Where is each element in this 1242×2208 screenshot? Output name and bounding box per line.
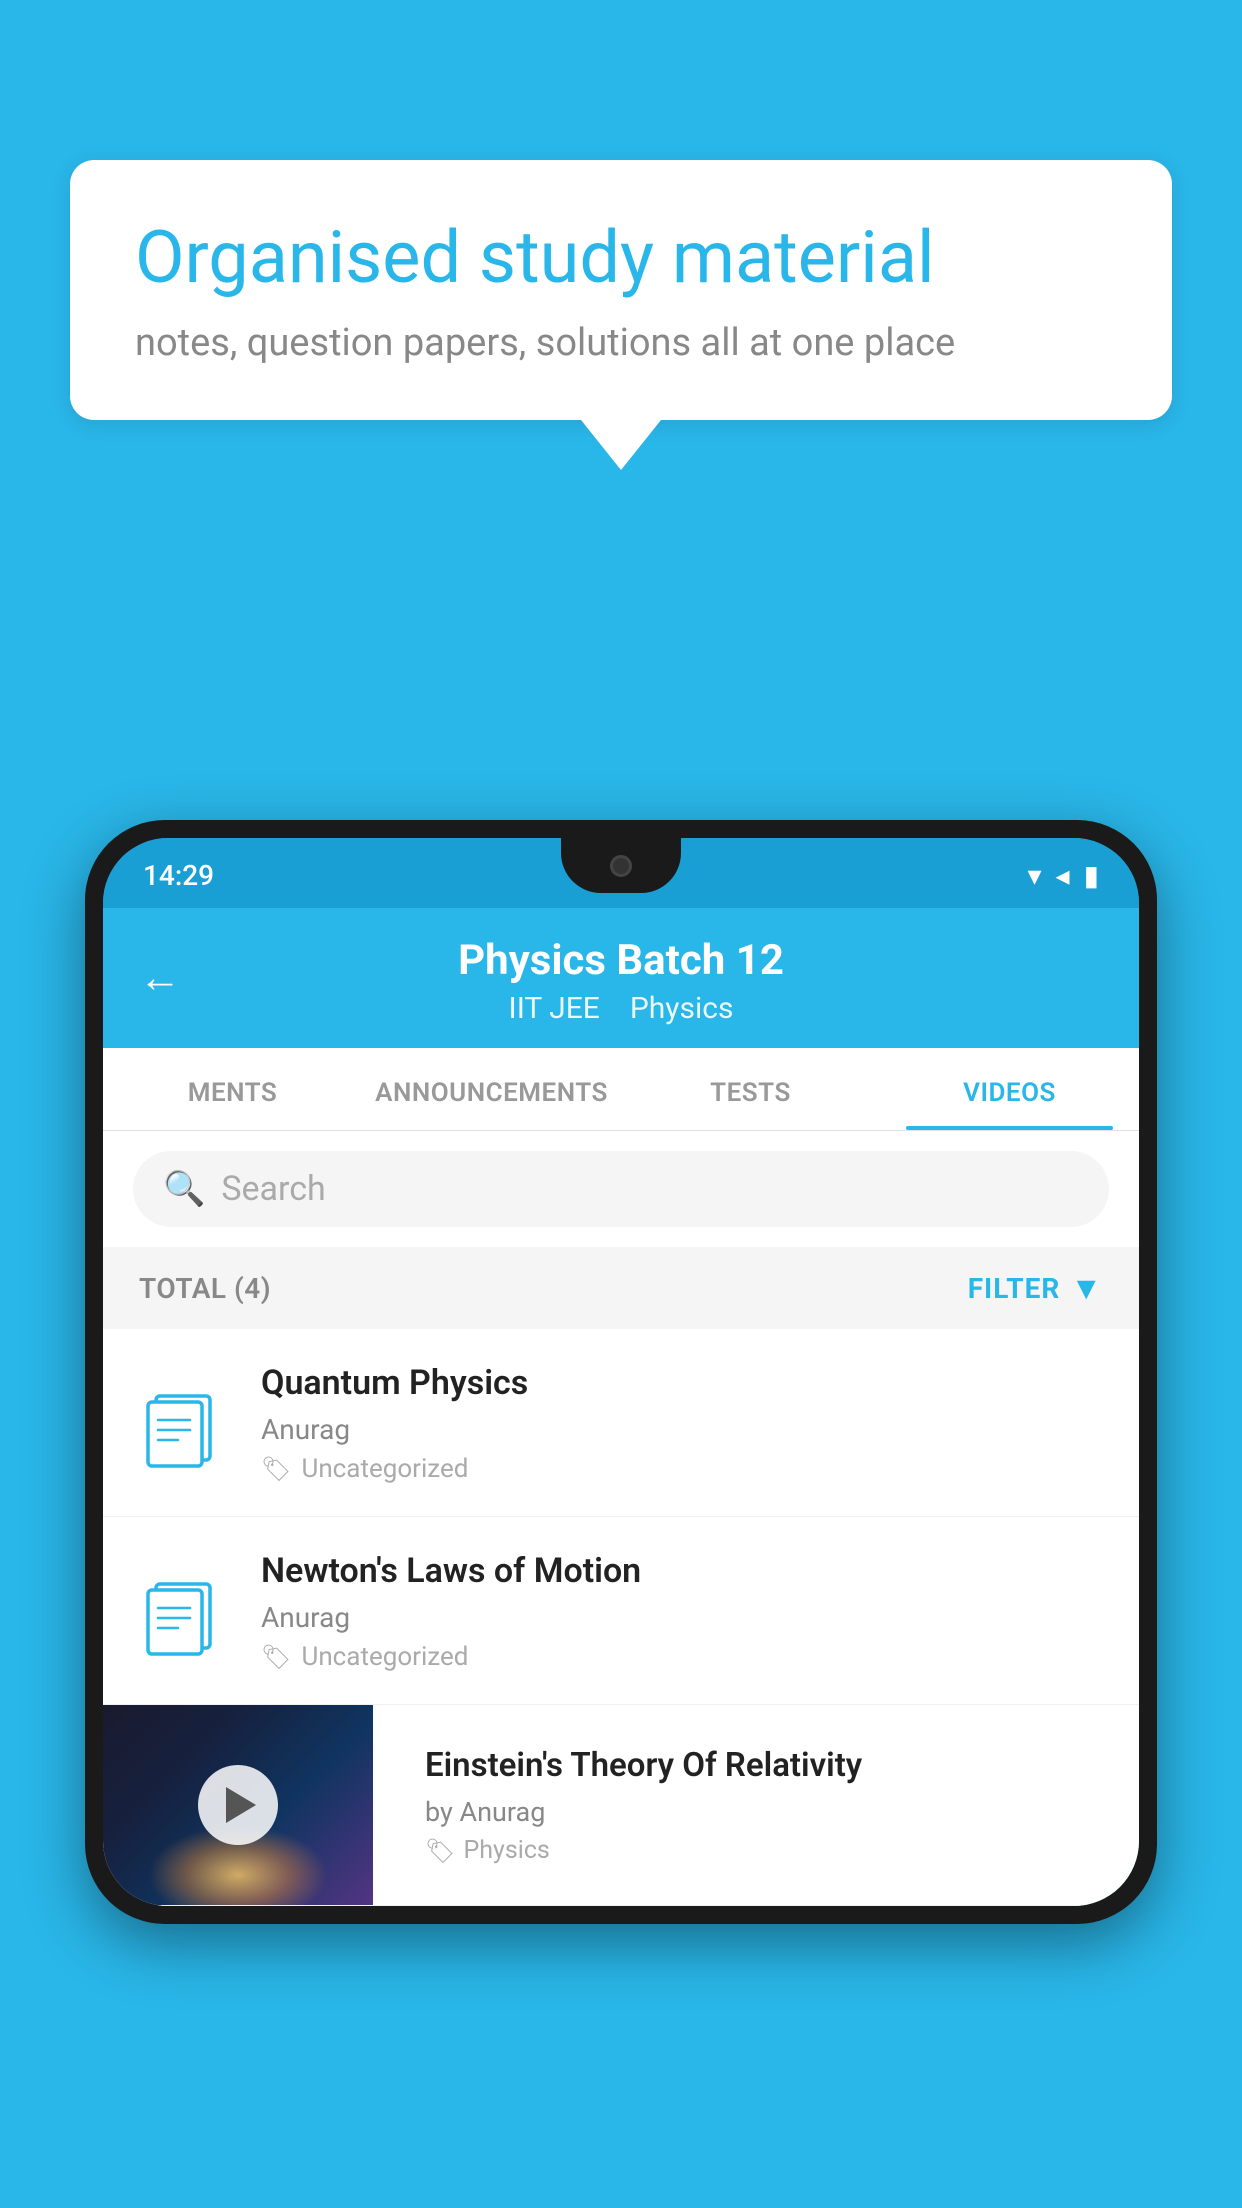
phone-screen: 14:29 ▾ ◂ ▮ ← Physics Batch 12 IIT JEE P… (103, 838, 1139, 1906)
filter-row: TOTAL (4) FILTER ▼ (103, 1247, 1139, 1329)
header-subtitle: IIT JEE Physics (509, 991, 734, 1026)
tab-bar: MENTS ANNOUNCEMENTS TESTS VIDEOS (103, 1048, 1139, 1131)
einstein-thumbnail (103, 1705, 373, 1905)
video-author-1: Anurag (261, 1413, 1109, 1446)
header-subtitle-left: IIT JEE (509, 991, 600, 1026)
tab-ments[interactable]: MENTS (103, 1048, 362, 1130)
tag-icon-2: 🏷 (261, 1643, 291, 1671)
filter-button[interactable]: FILTER ▼ (968, 1269, 1103, 1307)
speech-bubble-card: Organised study material notes, question… (70, 160, 1172, 420)
folder-icon-1 (133, 1378, 233, 1468)
video-tag-label-1: Uncategorized (301, 1454, 468, 1484)
video-item-2[interactable]: Newton's Laws of Motion Anurag 🏷 Uncateg… (103, 1517, 1139, 1705)
wifi-icon: ▾ (1027, 859, 1041, 892)
einstein-tag-label: Physics (463, 1836, 549, 1865)
play-icon (226, 1787, 256, 1823)
signal-icon: ◂ (1056, 859, 1070, 892)
video-list: Quantum Physics Anurag 🏷 Uncategorized (103, 1329, 1139, 1906)
tab-announcements[interactable]: ANNOUNCEMENTS (362, 1048, 621, 1130)
filter-label: FILTER (968, 1272, 1061, 1305)
video-tag-1: 🏷 Uncategorized (261, 1454, 1109, 1484)
tag-icon-3: 🏷 (425, 1837, 455, 1865)
status-icons: ▾ ◂ ▮ (1027, 859, 1099, 892)
search-input[interactable]: Search (221, 1169, 325, 1209)
tag-icon-1: 🏷 (261, 1455, 291, 1483)
front-camera (610, 855, 632, 877)
tab-tests[interactable]: TESTS (621, 1048, 880, 1130)
video-info-1: Quantum Physics Anurag 🏷 Uncategorized (261, 1361, 1109, 1484)
einstein-tag: 🏷 Physics (425, 1836, 1115, 1865)
folder-icon-2 (133, 1566, 233, 1656)
play-button[interactable] (198, 1765, 278, 1845)
video-item-3[interactable]: Einstein's Theory Of Relativity by Anura… (103, 1705, 1139, 1906)
filter-icon: ▼ (1070, 1269, 1103, 1307)
video-item-1[interactable]: Quantum Physics Anurag 🏷 Uncategorized (103, 1329, 1139, 1517)
header-subtitle-right: Physics (630, 991, 734, 1026)
search-icon: 🔍 (163, 1169, 205, 1209)
einstein-author: by Anurag (425, 1796, 1115, 1828)
video-tag-2: 🏷 Uncategorized (261, 1642, 1109, 1672)
status-time: 14:29 (143, 859, 214, 892)
search-bar-container: 🔍 Search (103, 1131, 1139, 1247)
app-header: ← Physics Batch 12 IIT JEE Physics (103, 908, 1139, 1048)
speech-bubble-subtitle: notes, question papers, solutions all at… (135, 321, 1107, 365)
video-title-2: Newton's Laws of Motion (261, 1549, 1109, 1593)
header-title: Physics Batch 12 (458, 936, 784, 985)
speech-bubble-title: Organised study material (135, 215, 1107, 301)
video-info-2: Newton's Laws of Motion Anurag 🏷 Uncateg… (261, 1549, 1109, 1672)
battery-icon: ▮ (1084, 859, 1099, 892)
tab-videos[interactable]: VIDEOS (880, 1048, 1139, 1130)
back-button[interactable]: ← (139, 954, 181, 1003)
phone-container: 14:29 ▾ ◂ ▮ ← Physics Batch 12 IIT JEE P… (85, 820, 1157, 2208)
phone-outer: 14:29 ▾ ◂ ▮ ← Physics Batch 12 IIT JEE P… (85, 820, 1157, 1924)
total-count: TOTAL (4) (139, 1272, 271, 1305)
video-author-2: Anurag (261, 1601, 1109, 1634)
einstein-info: Einstein's Theory Of Relativity by Anura… (401, 1719, 1139, 1891)
speech-bubble-arrow (581, 420, 661, 470)
phone-notch (561, 838, 681, 893)
speech-bubble-section: Organised study material notes, question… (70, 160, 1172, 470)
einstein-title: Einstein's Theory Of Relativity (425, 1745, 1115, 1788)
video-title-1: Quantum Physics (261, 1361, 1109, 1405)
search-bar[interactable]: 🔍 Search (133, 1151, 1109, 1227)
video-tag-label-2: Uncategorized (301, 1642, 468, 1672)
